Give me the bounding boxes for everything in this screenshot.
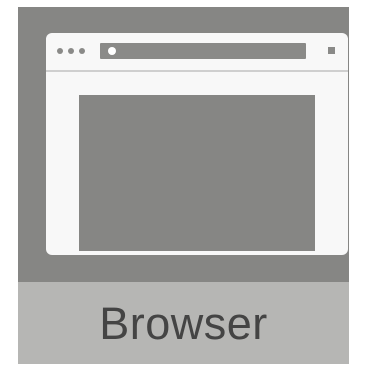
tile-label: Browser xyxy=(99,297,268,349)
toolbar-divider xyxy=(46,70,348,72)
window-control-dot xyxy=(57,48,63,54)
tile-label-bar: Browser xyxy=(18,282,349,364)
address-indicator-icon xyxy=(108,47,116,55)
browser-app-tile[interactable]: Browser xyxy=(18,7,349,364)
menu-square-icon xyxy=(328,47,335,54)
address-bar-graphic xyxy=(100,43,306,59)
window-control-dot xyxy=(68,48,74,54)
browser-window-icon xyxy=(46,33,348,255)
page-viewport-graphic xyxy=(79,95,315,251)
window-control-dot xyxy=(79,48,85,54)
